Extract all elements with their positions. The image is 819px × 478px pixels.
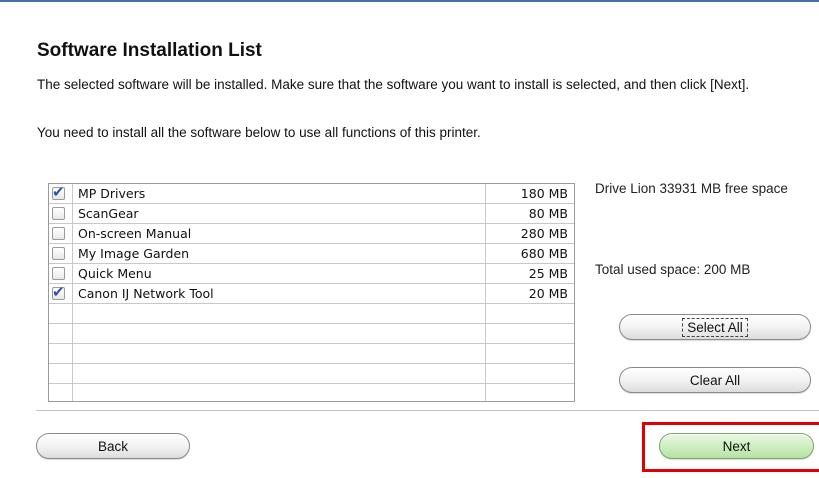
software-size: 80 MB <box>528 206 568 221</box>
empty-row <box>49 344 574 364</box>
empty-row <box>49 384 574 401</box>
software-checkbox[interactable]: ✔ <box>52 247 65 260</box>
clear-all-label: Clear All <box>689 372 741 388</box>
software-size: 25 MB <box>528 266 568 281</box>
next-button-highlight <box>642 422 819 472</box>
page-title: Software Installation List <box>37 40 262 61</box>
list-item[interactable]: ✔ ScanGear 80 MB <box>49 204 574 224</box>
clear-all-button[interactable]: Clear All <box>619 367 811 393</box>
back-label: Back <box>97 438 128 454</box>
software-checkbox[interactable]: ✔ <box>52 207 65 220</box>
software-size: 280 MB <box>520 226 568 241</box>
software-size: 180 MB <box>520 186 568 201</box>
software-name: On-screen Manual <box>78 226 192 241</box>
free-space-label: Drive Lion 33931 MB free space <box>595 181 788 196</box>
page-note: You need to install all the software bel… <box>37 125 481 140</box>
software-list[interactable]: ✔ MP Drivers 180 MB ✔ ScanGear 80 MB ✔ On-scree… <box>48 183 575 402</box>
software-name: Canon IJ Network Tool <box>78 286 214 301</box>
used-space-label: Total used space: 200 MB <box>595 262 751 277</box>
list-item[interactable]: ✔ Quick Menu 25 MB <box>49 264 574 284</box>
software-name: ScanGear <box>78 206 139 221</box>
check-icon: ✔ <box>52 183 65 201</box>
window-top-border <box>0 0 819 2</box>
list-item[interactable]: ✔ On-screen Manual 280 MB <box>49 224 574 244</box>
list-item[interactable]: ✔ My Image Garden 680 MB <box>49 244 574 264</box>
select-all-label: Select All <box>682 317 748 337</box>
software-checkbox[interactable]: ✔ <box>52 227 65 240</box>
list-item[interactable]: ✔ Canon IJ Network Tool 20 MB <box>49 283 574 304</box>
page-description: The selected software will be installed.… <box>37 77 750 92</box>
empty-row <box>49 364 574 384</box>
software-name: My Image Garden <box>78 246 190 261</box>
software-checkbox[interactable]: ✔ <box>52 283 65 301</box>
empty-row <box>49 304 574 324</box>
list-item[interactable]: ✔ MP Drivers 180 MB <box>49 184 574 204</box>
empty-row <box>49 324 574 344</box>
software-size: 20 MB <box>528 286 568 301</box>
software-checkbox[interactable]: ✔ <box>52 267 65 280</box>
check-icon: ✔ <box>52 283 65 301</box>
software-checkbox[interactable]: ✔ <box>52 184 65 201</box>
footer-divider <box>36 410 819 411</box>
software-name: MP Drivers <box>78 186 146 201</box>
back-button[interactable]: Back <box>36 433 190 459</box>
software-size: 680 MB <box>520 246 568 261</box>
software-name: Quick Menu <box>78 266 152 281</box>
select-all-button[interactable]: Select All <box>619 314 811 340</box>
